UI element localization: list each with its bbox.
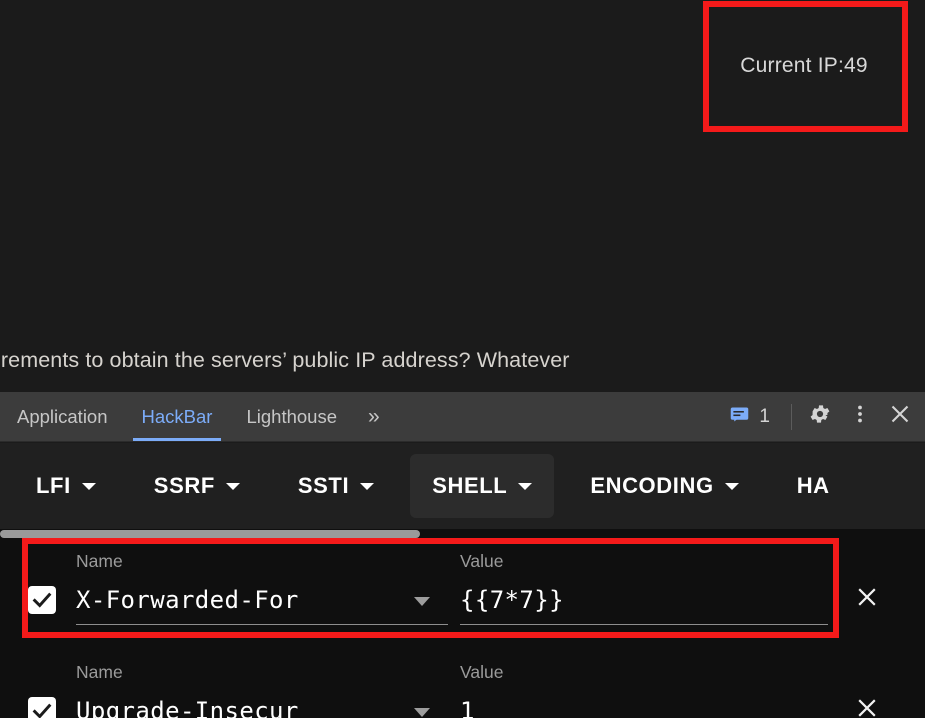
toolbar-divider xyxy=(791,403,792,430)
hackbar-menu-shell-label: SHELL xyxy=(432,473,508,498)
web-page-content: Current IP:49 irements to obtain the ser… xyxy=(0,0,925,392)
close-icon xyxy=(888,402,912,431)
checkmark-icon xyxy=(32,703,52,718)
messages-button[interactable]: 1 xyxy=(717,404,782,430)
header-value-field: Value 1 xyxy=(460,661,828,718)
tab-overflow-button[interactable]: » xyxy=(354,392,388,441)
more-options-button[interactable] xyxy=(841,398,879,436)
header-value-input[interactable]: {{7*7}} xyxy=(460,576,828,625)
hackbar-menu-encoding-label: ENCODING xyxy=(590,473,714,498)
hackbar-menu-toolbar: LFI SSRF SSTI SHELL ENCODING HA xyxy=(0,443,925,529)
tab-application[interactable]: Application xyxy=(0,392,125,441)
tab-lighthouse-label: Lighthouse xyxy=(246,405,337,427)
header-name-input[interactable]: Upgrade-Insecur xyxy=(76,687,448,718)
remove-header-button[interactable] xyxy=(852,582,882,612)
chevron-down-icon xyxy=(724,482,739,490)
header-name-label: Name xyxy=(76,662,123,682)
header-name-field: Name X-Forwarded-For xyxy=(76,550,448,625)
chevron-down-icon xyxy=(81,482,96,490)
remove-header-button[interactable] xyxy=(852,693,882,718)
header-value-field: Value {{7*7}} xyxy=(460,550,828,625)
chevron-down-icon xyxy=(518,482,533,490)
table-row: Name X-Forwarded-For Value {{7*7}} xyxy=(0,538,925,638)
tab-hackbar[interactable]: HackBar xyxy=(125,392,230,441)
hackbar-menu-ssrf[interactable]: SSRF xyxy=(132,454,262,518)
current-ip-text: Current IP:49 xyxy=(740,53,868,77)
tab-lighthouse[interactable]: Lighthouse xyxy=(229,392,354,441)
table-row: Name Upgrade-Insecur Value 1 xyxy=(0,649,925,718)
hackbar-menu-ssti-label: SSTI xyxy=(297,473,350,498)
request-headers-panel: Name X-Forwarded-For Value {{7*7}} Name … xyxy=(0,529,925,718)
settings-button[interactable] xyxy=(801,398,839,436)
hackbar-menu-hashing[interactable]: HA xyxy=(775,454,852,518)
hackbar-menu-hashing-label: HA xyxy=(796,473,830,498)
gear-icon xyxy=(808,402,832,431)
chevron-down-icon xyxy=(360,482,375,490)
horizontal-scrollbar-thumb[interactable] xyxy=(0,530,420,538)
chevron-down-icon xyxy=(225,482,240,490)
current-ip-display: Current IP:49 xyxy=(710,8,898,123)
hackbar-menu-ssti[interactable]: SSTI xyxy=(276,454,396,518)
header-value-label: Value xyxy=(460,551,504,571)
devtools-tab-bar: Application HackBar Lighthouse » 1 xyxy=(0,392,925,442)
header-enabled-checkbox[interactable] xyxy=(28,586,56,614)
header-value-value: 1 xyxy=(460,697,475,718)
page-paragraph-text: irements to obtain the servers’ public I… xyxy=(0,348,570,372)
devtools-toolbar-actions: 1 xyxy=(717,392,925,441)
header-name-label: Name xyxy=(76,551,123,571)
hackbar-menu-shell[interactable]: SHELL xyxy=(410,454,555,518)
chevron-double-right-icon: » xyxy=(368,404,380,428)
chevron-down-icon[interactable] xyxy=(414,708,430,717)
header-value-input[interactable]: 1 xyxy=(460,687,828,718)
header-name-value: X-Forwarded-For xyxy=(76,586,299,614)
horizontal-scrollbar[interactable] xyxy=(0,529,925,538)
hackbar-menu-lfi-label: LFI xyxy=(36,473,71,498)
kebab-menu-icon xyxy=(850,403,870,430)
close-devtools-button[interactable] xyxy=(881,398,919,436)
tab-hackbar-label: HackBar xyxy=(141,405,213,427)
close-icon xyxy=(858,699,876,717)
hackbar-menu-ssrf-label: SSRF xyxy=(153,473,215,498)
hackbar-menu-encoding[interactable]: ENCODING xyxy=(568,454,760,518)
header-value-label: Value xyxy=(460,662,504,682)
message-icon xyxy=(729,404,750,430)
header-enabled-checkbox[interactable] xyxy=(28,697,56,718)
chevron-down-icon[interactable] xyxy=(414,597,430,606)
header-value-value: {{7*7}} xyxy=(460,586,564,614)
header-name-input[interactable]: X-Forwarded-For xyxy=(76,576,448,625)
close-icon xyxy=(858,588,876,606)
checkmark-icon xyxy=(32,592,52,608)
header-name-field: Name Upgrade-Insecur xyxy=(76,661,448,718)
hackbar-menu-lfi[interactable]: LFI xyxy=(14,454,118,518)
tab-application-label: Application xyxy=(17,405,108,427)
header-name-value: Upgrade-Insecur xyxy=(76,697,299,718)
message-count: 1 xyxy=(759,405,770,427)
